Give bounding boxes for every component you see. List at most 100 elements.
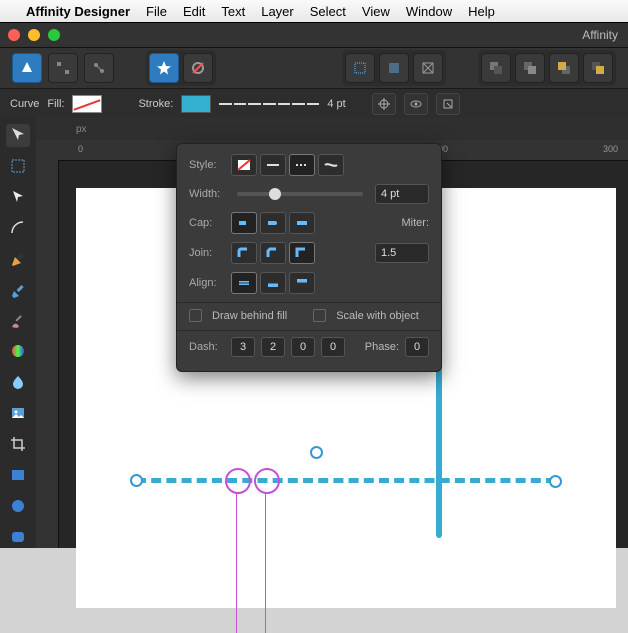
annotation-circle-2 bbox=[254, 468, 280, 494]
phase-label: Phase: bbox=[365, 341, 399, 353]
crop-tool[interactable] bbox=[6, 433, 30, 456]
vertical-ruler[interactable] bbox=[36, 160, 59, 548]
annotation-line-2 bbox=[265, 493, 266, 633]
persona-designer-button[interactable] bbox=[12, 53, 42, 83]
dash-field-2[interactable]: 2 bbox=[261, 337, 285, 357]
fill-tool[interactable] bbox=[6, 340, 30, 363]
minimize-button[interactable] bbox=[28, 29, 40, 41]
dash-field-1[interactable]: 3 bbox=[231, 337, 255, 357]
align-center-button[interactable] bbox=[231, 272, 257, 294]
tools-panel bbox=[0, 118, 37, 548]
transparency-tool[interactable] bbox=[6, 371, 30, 394]
cap-round-button[interactable] bbox=[260, 212, 286, 234]
window-titlebar: Affinity bbox=[0, 23, 628, 48]
rounded-rect-tool[interactable] bbox=[6, 525, 30, 548]
cap-square-button[interactable] bbox=[289, 212, 315, 234]
window-title: Affinity bbox=[582, 28, 618, 42]
ruler-corner[interactable] bbox=[36, 140, 59, 161]
selected-curve[interactable] bbox=[136, 478, 556, 483]
menu-layer[interactable]: Layer bbox=[261, 4, 294, 19]
miter-field[interactable]: 1.5 bbox=[375, 243, 429, 263]
phase-field[interactable]: 0 bbox=[405, 337, 429, 357]
place-image-tool[interactable] bbox=[6, 402, 30, 425]
app-window: Affinity Curve Fill: Stroke: bbox=[0, 22, 628, 548]
menu-help[interactable]: Help bbox=[468, 4, 495, 19]
menu-select[interactable]: Select bbox=[310, 4, 346, 19]
scale-with-object-checkbox[interactable] bbox=[313, 309, 326, 322]
stroke-style-dropdown[interactable] bbox=[219, 97, 319, 111]
scale-with-object-label: Scale with object bbox=[336, 310, 419, 322]
align-transform-button[interactable] bbox=[413, 53, 443, 83]
cap-butt-button[interactable] bbox=[231, 212, 257, 234]
rectangle-tool[interactable] bbox=[6, 463, 30, 486]
context-toolbar: Curve Fill: Stroke: 4 pt bbox=[0, 89, 628, 120]
pencil-tool[interactable] bbox=[6, 278, 30, 301]
fill-label: Fill: bbox=[47, 98, 64, 110]
menu-edit[interactable]: Edit bbox=[183, 4, 205, 19]
miter-label: Miter: bbox=[402, 217, 430, 229]
arrange-forward-button[interactable] bbox=[549, 53, 579, 83]
dash-field-3[interactable]: 0 bbox=[291, 337, 315, 357]
width-slider[interactable] bbox=[237, 192, 363, 196]
macos-menubar: Affinity Designer File Edit Text Layer S… bbox=[0, 0, 628, 23]
dash-field-4[interactable]: 0 bbox=[321, 337, 345, 357]
persona-export-button[interactable] bbox=[84, 53, 114, 83]
menu-view[interactable]: View bbox=[362, 4, 390, 19]
cycle-selection-button[interactable] bbox=[436, 93, 460, 115]
arrange-backward-button[interactable] bbox=[515, 53, 545, 83]
ruler-unit: px bbox=[76, 124, 87, 135]
join-round-button[interactable] bbox=[231, 242, 257, 264]
close-button[interactable] bbox=[8, 29, 20, 41]
arrange-front-button[interactable] bbox=[583, 53, 613, 83]
style-solid-button[interactable] bbox=[260, 154, 286, 176]
snapping-group bbox=[146, 50, 216, 86]
zoom-button[interactable] bbox=[48, 29, 60, 41]
move-tool[interactable] bbox=[6, 124, 30, 147]
fill-swatch[interactable] bbox=[72, 95, 102, 113]
brush-tool[interactable] bbox=[6, 309, 30, 332]
control-handle[interactable] bbox=[310, 446, 323, 459]
snap-button[interactable] bbox=[149, 53, 179, 83]
style-dash-button[interactable] bbox=[289, 154, 315, 176]
style-brush-button[interactable] bbox=[318, 154, 344, 176]
align-outside-button[interactable] bbox=[289, 272, 315, 294]
width-label: Width: bbox=[189, 188, 225, 200]
width-field[interactable]: 4 pt bbox=[375, 184, 429, 204]
style-label: Style: bbox=[189, 159, 225, 171]
stroke-width-value[interactable]: 4 pt bbox=[327, 98, 345, 110]
menu-text[interactable]: Text bbox=[221, 4, 245, 19]
node-tool[interactable] bbox=[6, 186, 30, 209]
join-label: Join: bbox=[189, 247, 225, 259]
style-none-button[interactable] bbox=[231, 154, 257, 176]
app-name[interactable]: Affinity Designer bbox=[26, 4, 130, 19]
transform-origin-button[interactable] bbox=[372, 93, 396, 115]
corner-tool[interactable] bbox=[6, 217, 30, 240]
stroke-label: Stroke: bbox=[138, 98, 173, 110]
hide-selection-button[interactable] bbox=[404, 93, 428, 115]
artboard-tool[interactable] bbox=[6, 155, 30, 178]
align-inside-button[interactable] bbox=[260, 272, 286, 294]
menu-file[interactable]: File bbox=[146, 4, 167, 19]
alignment-group bbox=[342, 50, 446, 86]
stroke-panel: Style: Width: 4 pt Cap: Miter: Join bbox=[176, 143, 442, 372]
arrange-back-button[interactable] bbox=[481, 53, 511, 83]
align-grid-button[interactable] bbox=[345, 53, 375, 83]
persona-pixel-button[interactable] bbox=[48, 53, 78, 83]
dash-label: Dash: bbox=[189, 341, 225, 353]
join-miter-button[interactable] bbox=[289, 242, 315, 264]
document-tabbar: px bbox=[36, 118, 628, 141]
main-toolbar bbox=[0, 48, 628, 89]
pen-tool[interactable] bbox=[6, 247, 30, 270]
cap-label: Cap: bbox=[189, 217, 225, 229]
node-start[interactable] bbox=[130, 474, 143, 487]
arrange-group bbox=[478, 50, 616, 86]
node-end[interactable] bbox=[549, 475, 562, 488]
ellipse-tool[interactable] bbox=[6, 494, 30, 517]
join-bevel-button[interactable] bbox=[260, 242, 286, 264]
draw-behind-checkbox[interactable] bbox=[189, 309, 202, 322]
menu-window[interactable]: Window bbox=[406, 4, 452, 19]
force-pixel-button[interactable] bbox=[183, 53, 213, 83]
align-bounds-button[interactable] bbox=[379, 53, 409, 83]
align-label: Align: bbox=[189, 277, 225, 289]
stroke-swatch[interactable] bbox=[181, 95, 211, 113]
